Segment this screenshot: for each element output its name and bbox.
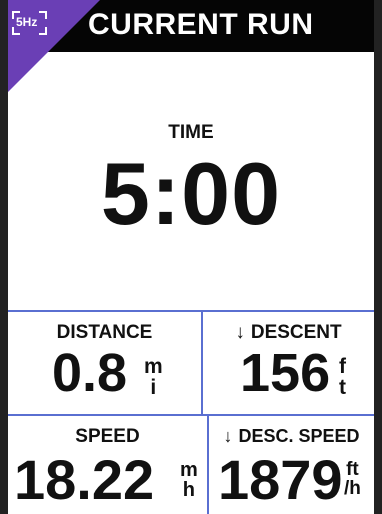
speed-label: SPEED — [75, 426, 140, 447]
descent-label: DESCENT — [250, 322, 342, 343]
descent-label-group: ↓ DESCENT — [203, 322, 374, 344]
descent-value: 156 — [240, 343, 331, 403]
arrow-down-icon: ↓ — [223, 426, 233, 446]
descent-unit: f t — [339, 356, 346, 398]
descent-unit-bottom: t — [339, 376, 346, 399]
arrow-down-icon: ↓ — [235, 322, 245, 343]
device-screen: CURRENT RUN 5Hz TIME 5:00 DISTANCE 0.8 m… — [0, 0, 382, 514]
page-title: CURRENT RUN — [88, 8, 314, 41]
desc-speed-unit-bottom: /h — [344, 478, 361, 499]
distance-value: 0.8 — [52, 343, 128, 403]
desc-speed-label-group: ↓ DESC. SPEED — [209, 426, 374, 447]
time-label: TIME — [168, 122, 214, 143]
speed-unit-bottom: h — [182, 479, 195, 501]
sample-rate-label: 5Hz — [16, 15, 38, 29]
speed-value: 18.22 — [14, 448, 155, 511]
descent-unit-top: f — [339, 355, 346, 378]
desc-speed-unit-top: ft — [346, 459, 359, 480]
desc-speed-unit: ft /h — [344, 460, 361, 498]
distance-label: DISTANCE — [56, 322, 153, 343]
distance-unit-bottom: i — [150, 376, 157, 399]
desc-speed-label: DESC. SPEED — [238, 426, 360, 446]
distance-unit-top: m — [144, 355, 163, 378]
divider — [8, 310, 374, 312]
desc-speed-value: 1879 — [218, 448, 343, 511]
distance-unit: m i — [144, 356, 163, 398]
divider — [8, 414, 374, 416]
speed-unit-top: m — [180, 459, 198, 481]
speed-unit: m h — [180, 460, 198, 500]
time-value: 5:00 — [100, 144, 282, 243]
